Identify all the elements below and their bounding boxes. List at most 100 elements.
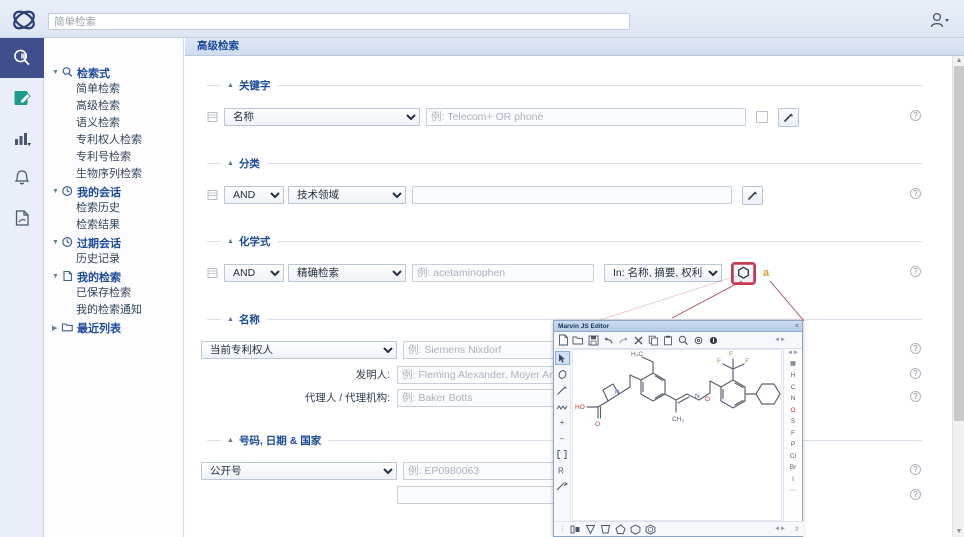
classification-operator-select[interactable]: AND <box>224 186 284 204</box>
chemistry-scope-select[interactable]: In: 名称, 摘要, 权利要求 <box>604 264 722 282</box>
sidebar-item-search-results[interactable]: 检索结果 <box>44 217 184 234</box>
marvin-settings[interactable] <box>692 334 704 347</box>
marvin-tool-minus[interactable]: – <box>555 431 570 445</box>
sidebar-item-sequence-search[interactable]: 生物序列检索 <box>44 166 184 183</box>
drag-grip-icon[interactable] <box>207 111 219 123</box>
section-header-chemistry[interactable]: ▲ 化学式 <box>207 230 922 252</box>
main-vertical-scrollbar[interactable]: ▲ ▼ <box>952 56 964 537</box>
assignee-field-select[interactable]: 当前专利权人 <box>201 341 397 359</box>
marvin-save[interactable] <box>587 334 599 347</box>
marvin-ring-cyclopropane[interactable] <box>585 524 596 535</box>
element-N[interactable]: N <box>791 393 796 405</box>
chemistry-markush-a-icon[interactable]: a <box>763 267 769 279</box>
keywords-help-icon[interactable]: ? <box>910 110 921 121</box>
extra-help-icon[interactable]: ? <box>910 489 921 500</box>
sidebar-group-search-forms[interactable]: ▼ 检索式 <box>44 64 184 81</box>
user-account-icon[interactable] <box>926 10 952 30</box>
rail-item-search[interactable] <box>0 38 44 78</box>
element-Cl[interactable]: Cl <box>790 451 796 463</box>
marvin-tool-bracket[interactable] <box>555 447 570 461</box>
marvin-ring-cyclohexane[interactable] <box>630 523 641 535</box>
drag-grip-icon[interactable] <box>207 267 219 279</box>
ring-toolbar-grip-icon[interactable]: ⋮ <box>559 525 566 533</box>
sidebar-item-semantic-search[interactable]: 语义检索 <box>44 115 184 132</box>
marvin-open[interactable] <box>572 334 584 347</box>
chemistry-help-icon[interactable]: ? <box>910 266 921 277</box>
rail-item-documents[interactable] <box>0 198 44 238</box>
keywords-checkbox[interactable] <box>756 111 768 123</box>
marvin-tool-rgroup[interactable]: R <box>555 463 570 477</box>
element-C[interactable]: C <box>791 382 796 394</box>
sidebar-group-recent-lists[interactable]: ▶ 最近列表 <box>44 319 184 336</box>
periodic-table-icon[interactable]: ▦ <box>790 360 796 370</box>
publication-number-field-select[interactable]: 公开号 <box>201 462 397 480</box>
sidebar-item-saved-searches[interactable]: 已保存检索 <box>44 285 184 302</box>
scroll-up-arrow-icon[interactable]: ▲ <box>955 57 963 65</box>
element-more[interactable]: ⋯ <box>790 485 797 497</box>
marvin-redo[interactable] <box>617 334 629 347</box>
element-H[interactable]: H <box>791 370 796 382</box>
search-input[interactable]: 简单检索 <box>48 13 630 30</box>
marvin-copy[interactable] <box>647 334 659 347</box>
sidebar-item-search-alerts[interactable]: 我的检索通知 <box>44 302 184 319</box>
sidebar-item-simple-search[interactable]: 简单检索 <box>44 81 184 98</box>
rail-item-edit[interactable] <box>0 78 44 118</box>
inventor-help-icon[interactable]: ? <box>910 368 921 379</box>
extra-value-input[interactable] <box>397 486 557 504</box>
classification-help-icon[interactable]: ? <box>910 188 921 199</box>
drag-grip-icon[interactable] <box>207 189 219 201</box>
chevron-up-icon[interactable]: ▲ <box>227 437 234 444</box>
marvin-undo[interactable] <box>602 334 614 347</box>
marvin-js-editor-window[interactable]: Marvin JS Editor × ◄► + – R ◄► ▦ H C N O… <box>553 320 804 537</box>
chemistry-operator-select[interactable]: AND <box>224 264 284 282</box>
close-icon[interactable]: × <box>795 321 799 332</box>
assignee-help-icon[interactable]: ? <box>910 343 921 354</box>
sidebar-group-expired-sessions[interactable]: ▼ 过期会话 <box>44 234 184 251</box>
sidebar-item-history-records[interactable]: 历史记录 <box>44 251 184 268</box>
sidebar-item-search-history[interactable]: 检索历史 <box>44 200 184 217</box>
marvin-toolbar-expand-icon[interactable]: ◄► <box>774 337 786 343</box>
scrollbar-thumb[interactable] <box>954 66 964 421</box>
section-header-classification[interactable]: ▲ 分类 <box>207 152 922 174</box>
chemistry-mode-select[interactable]: 精确检索 <box>288 264 406 282</box>
rail-item-alerts[interactable] <box>0 158 44 198</box>
marvin-ring-custom[interactable] <box>570 524 581 535</box>
sidebar-item-assignee-search[interactable]: 专利权人检索 <box>44 132 184 149</box>
rail-item-analytics[interactable] <box>0 118 44 158</box>
resize-handle-icon[interactable]: ⇕ <box>794 526 799 533</box>
marvin-title-bar[interactable]: Marvin JS Editor × <box>554 321 802 332</box>
marvin-ring-benzene[interactable] <box>645 523 656 535</box>
element-P[interactable]: P <box>791 439 795 451</box>
element-I[interactable]: I <box>792 474 794 486</box>
chevron-up-icon[interactable]: ▲ <box>227 82 234 89</box>
element-O[interactable]: O <box>790 405 795 417</box>
marvin-tool-eraser[interactable] <box>555 367 570 381</box>
agent-help-icon[interactable]: ? <box>910 391 921 402</box>
marvin-ring-cyclobutane[interactable] <box>600 524 611 535</box>
publication-number-help-icon[interactable]: ? <box>910 464 921 475</box>
classification-field-select[interactable]: 技术领域 <box>288 186 406 204</box>
chemistry-value-input[interactable] <box>412 264 594 282</box>
marvin-tool-reaction[interactable] <box>555 479 570 493</box>
sidebar-group-my-searches[interactable]: ▼ 我的检索 <box>44 268 184 285</box>
classification-value-input[interactable] <box>412 186 732 204</box>
chevron-up-icon[interactable]: ▲ <box>227 316 234 323</box>
marvin-tool-plus[interactable]: + <box>555 415 570 429</box>
marvin-info[interactable] <box>707 334 719 347</box>
sidebar-group-my-sessions[interactable]: ▼ 我的会话 <box>44 183 184 200</box>
sidebar-item-patent-number-search[interactable]: 专利号检索 <box>44 149 184 166</box>
keywords-wand-button[interactable] <box>778 107 799 127</box>
marvin-zoom[interactable] <box>677 334 689 347</box>
marvin-structure-canvas[interactable]: HO O N CH₃ N O F F F H₃C <box>572 349 782 521</box>
marvin-ring-cyclopentane[interactable] <box>615 523 626 535</box>
element-S[interactable]: S <box>791 416 795 428</box>
sidebar-item-advanced-search[interactable]: 高级检索 <box>44 98 184 115</box>
section-header-keywords[interactable]: ▲ 关键字 <box>207 74 922 96</box>
marvin-tool-select[interactable] <box>554 351 570 365</box>
chemistry-structure-editor-button[interactable] <box>731 261 756 285</box>
palette-expand-icon[interactable]: ◄► <box>787 350 799 360</box>
keywords-field-select[interactable]: 名称 <box>224 108 420 126</box>
scroll-down-arrow-icon[interactable]: ▼ <box>955 528 963 536</box>
marvin-delete[interactable] <box>632 334 644 347</box>
marvin-paste[interactable] <box>662 334 674 347</box>
